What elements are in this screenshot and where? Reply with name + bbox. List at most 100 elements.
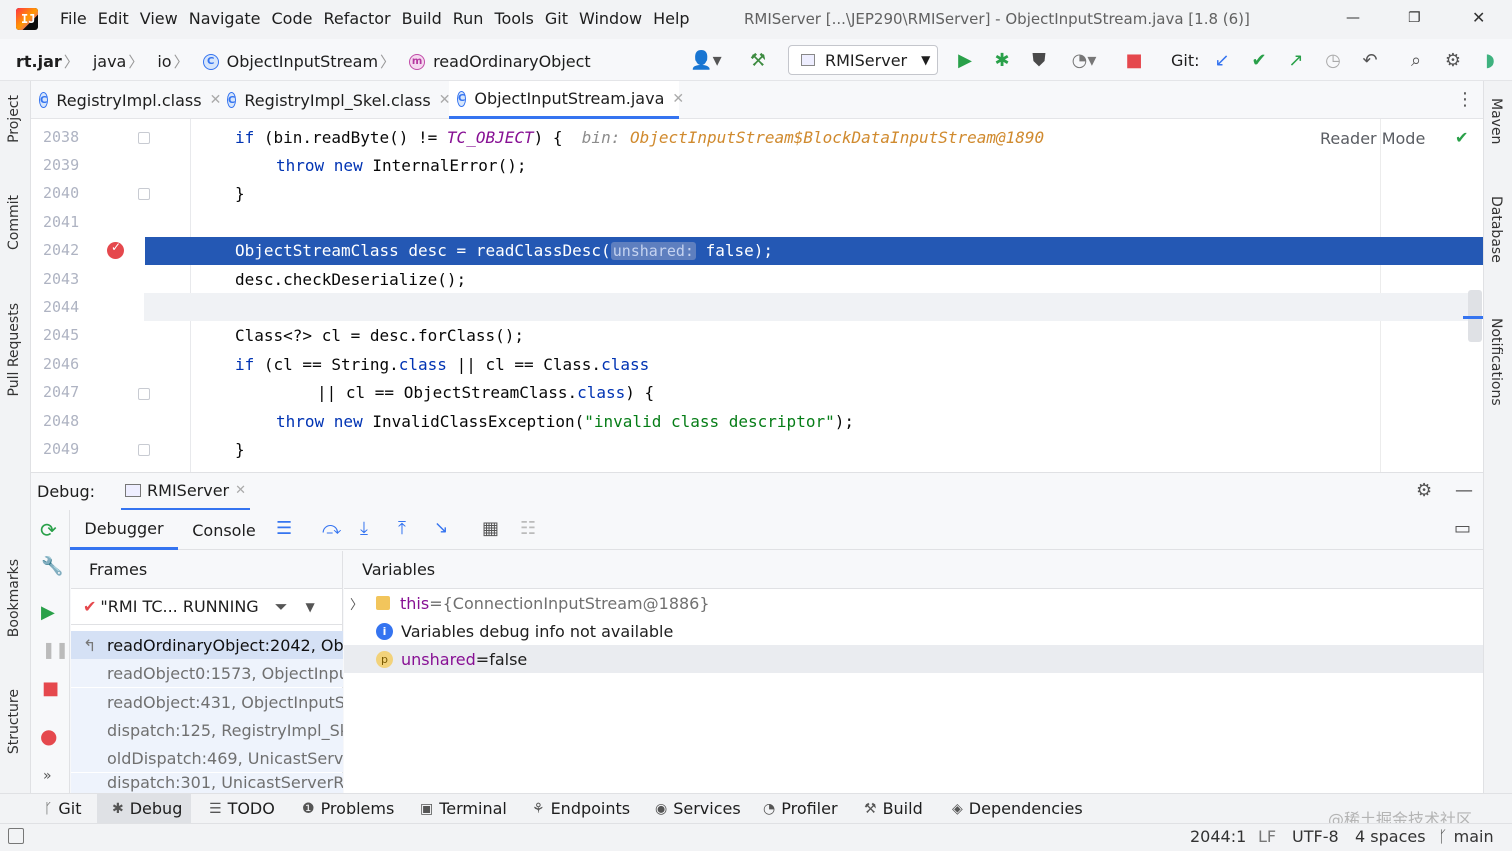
git-branch[interactable]: ᚴ main [1438, 827, 1494, 846]
menu-view[interactable]: View [140, 9, 178, 28]
toolwindow-dependencies[interactable]: ◈ Dependencies [952, 799, 1083, 818]
trace-icon[interactable]: ☷ [520, 518, 536, 539]
debug-bug-icon[interactable]: ✱ [990, 48, 1014, 72]
fold-marker-icon[interactable] [138, 388, 150, 400]
structure-tool-button[interactable]: Structure [6, 689, 22, 754]
notifications-tool-button[interactable]: Notifications [1488, 318, 1504, 406]
wrench-icon[interactable]: 🔧 [41, 556, 63, 577]
menu-tools[interactable]: Tools [494, 9, 533, 28]
stop-icon[interactable]: ■ [1122, 48, 1146, 72]
toolwindow-todo[interactable]: ☰ TODO [209, 799, 275, 818]
indent-setting[interactable]: 4 spaces [1355, 827, 1426, 846]
debug-session-tab[interactable]: RMIServer ✕ [121, 473, 251, 511]
toolwindow-services[interactable]: ◉ Services [655, 799, 741, 818]
gear-icon[interactable]: ⚙ [1441, 48, 1465, 72]
user-icon[interactable]: 👤▾ [688, 48, 724, 72]
close-tab-icon[interactable]: ✕ [672, 91, 684, 107]
line-separator[interactable]: LF [1258, 827, 1276, 846]
fold-marker-icon[interactable] [138, 132, 150, 144]
toolwindow-endpoints[interactable]: ⚘ Endpoints [532, 799, 630, 818]
fold-marker-icon[interactable] [138, 444, 150, 456]
close-window-icon[interactable]: ✕ [1472, 8, 1485, 27]
more-tabs-icon[interactable]: ⋮ [1456, 89, 1474, 110]
tab-debugger[interactable]: Debugger [70, 510, 178, 550]
toolwindow-build[interactable]: ⚒ Build [864, 799, 923, 818]
frame-item[interactable]: oldDispatch:469, UnicastServerRef [71, 744, 343, 772]
chevron-right-icon[interactable]: 〉 [350, 594, 376, 613]
show-execution-point-icon[interactable]: ☰ [276, 518, 292, 539]
menu-git[interactable]: Git [545, 9, 568, 28]
toolwindow-profiler[interactable]: ◔ Profiler [763, 799, 838, 818]
run-to-cursor-icon[interactable]: ↘ [434, 518, 448, 538]
tab-objectinputstream-java[interactable]: C ObjectInputStream.java ✕ [449, 81, 684, 119]
filter-icon[interactable]: ⏷ [275, 597, 288, 617]
menu-file[interactable]: File [60, 9, 87, 28]
reader-mode-toggle[interactable]: Reader Mode [1320, 129, 1425, 148]
database-tool-button[interactable]: Database [1488, 196, 1504, 263]
variable-row[interactable]: 〉 this = {ConnectionInputStream@1886} [344, 589, 1483, 617]
stop-icon[interactable]: ■ [42, 678, 59, 699]
pause-icon[interactable]: ❚❚ [42, 640, 69, 659]
frame-item[interactable]: readObject0:1573, ObjectInputStream [71, 659, 343, 687]
close-tab-icon[interactable]: ✕ [235, 483, 246, 498]
layout-settings-icon[interactable]: ▭ [1454, 518, 1471, 539]
toolwindow-git[interactable]: ᚴ Git [44, 799, 82, 818]
toolwindow-debug[interactable]: ✱ Debug [112, 799, 182, 818]
project-tool-button[interactable]: Project [6, 95, 22, 143]
inspection-ok-icon[interactable]: ✔ [1455, 128, 1468, 147]
coverage-icon[interactable]: ⛊ [1027, 48, 1051, 72]
resume-icon[interactable]: ▶ [41, 602, 55, 623]
git-update-icon[interactable]: ↙ [1210, 48, 1234, 72]
step-into-icon[interactable]: ⤓ [360, 518, 368, 539]
more-icon[interactable]: » [43, 768, 52, 784]
bookmarks-tool-button[interactable]: Bookmarks [6, 559, 22, 637]
tab-console[interactable]: Console [180, 510, 268, 550]
menu-window[interactable]: Window [579, 9, 642, 28]
minimize-icon[interactable]: — [1346, 10, 1360, 26]
maven-tool-button[interactable]: Maven [1488, 98, 1504, 144]
variable-row[interactable]: p unshared = false [344, 645, 1483, 673]
toggle-tool-windows-icon[interactable] [8, 828, 24, 844]
history-icon[interactable]: ◷ [1321, 48, 1345, 72]
breadcrumb-io[interactable]: io [157, 52, 171, 71]
rerun-icon[interactable]: ⟳ [40, 518, 57, 542]
chevron-down-icon[interactable]: ▼ [306, 600, 315, 614]
menu-refactor[interactable]: Refactor [323, 9, 390, 28]
frame-item[interactable]: readObject:431, ObjectInputStream [71, 688, 343, 716]
profiler-icon[interactable]: ◔▾ [1064, 48, 1104, 72]
hide-panel-icon[interactable]: — [1455, 480, 1473, 501]
fold-marker-icon[interactable] [138, 188, 150, 200]
tab-registryimpl-skel-class[interactable]: C RegistryImpl_Skel.class ✕ [219, 81, 450, 119]
menu-run[interactable]: Run [453, 9, 484, 28]
step-over-icon[interactable]: ⤼ [322, 518, 341, 539]
frame-item[interactable]: dispatch:125, RegistryImpl_Skel [71, 716, 343, 744]
breadcrumb-class[interactable]: ObjectInputStream [227, 52, 378, 71]
caret-position[interactable]: 2044:1 [1190, 827, 1246, 846]
breadcrumb-method[interactable]: readOrdinaryObject [433, 52, 591, 71]
run-configuration-dropdown[interactable]: RMIServer ▼ [788, 45, 938, 75]
frame-item[interactable]: dispatch:301, UnicastServerRef [71, 773, 343, 793]
gear-icon[interactable]: ⚙ [1416, 480, 1432, 501]
build-hammer-icon[interactable]: ⚒ [746, 48, 770, 72]
toolwindow-terminal[interactable]: ▣ Terminal [420, 799, 507, 818]
git-commit-icon[interactable]: ✔ [1247, 48, 1271, 72]
restore-icon[interactable]: ❐ [1408, 10, 1421, 26]
menu-edit[interactable]: Edit [98, 9, 129, 28]
tab-registryimpl-class[interactable]: C RegistryImpl.class ✕ [31, 81, 221, 119]
pull-requests-tool-button[interactable]: Pull Requests [6, 303, 22, 396]
breadcrumb-java[interactable]: java [93, 52, 127, 71]
file-encoding[interactable]: UTF-8 [1292, 827, 1339, 846]
evaluate-expression-icon[interactable]: ▦ [482, 518, 499, 539]
rollback-icon[interactable]: ↶ [1358, 48, 1382, 72]
menu-build[interactable]: Build [402, 9, 442, 28]
step-out-icon[interactable]: ⤒ [398, 518, 406, 539]
breadcrumb-jar[interactable]: rt.jar [16, 52, 62, 71]
git-push-icon[interactable]: ↗ [1284, 48, 1308, 72]
frame-item[interactable]: ↰readOrdinaryObject:2042, ObjectInputStr… [71, 631, 343, 659]
search-icon[interactable]: ⌕ [1404, 48, 1428, 72]
jetbrains-icon[interactable]: ◗ [1478, 48, 1502, 72]
menu-navigate[interactable]: Navigate [189, 9, 261, 28]
toolwindow-problems[interactable]: ❶ Problems [302, 799, 394, 818]
menu-code[interactable]: Code [272, 9, 313, 28]
commit-tool-button[interactable]: Commit [6, 195, 22, 250]
